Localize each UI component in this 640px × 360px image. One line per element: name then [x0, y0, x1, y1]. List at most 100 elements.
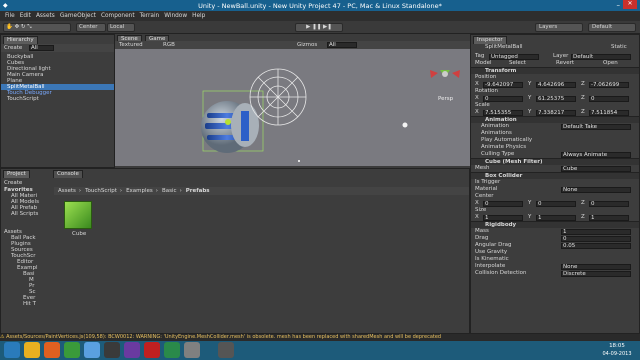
- tab-project[interactable]: Project: [3, 170, 30, 178]
- rgb-dropdown[interactable]: RGB: [163, 42, 175, 48]
- menu-item-edit[interactable]: Edit: [20, 13, 31, 19]
- unity-taskbar-icon[interactable]: [218, 342, 234, 358]
- ie-icon[interactable]: [84, 342, 100, 358]
- project-create-dropdown[interactable]: Create: [4, 180, 22, 186]
- mesh-filter-header[interactable]: Cube (Mesh Filter): [471, 158, 639, 165]
- breadcrumb-separator: ›: [78, 188, 82, 194]
- anim-value[interactable]: Default Take: [561, 123, 631, 130]
- rigidbody-label: Collision Detection: [475, 270, 527, 276]
- shading-dropdown[interactable]: Textured: [119, 42, 143, 48]
- hand-icon[interactable]: ✋ ✥ ↻ ⤡: [6, 24, 32, 31]
- inspector-row: Animation Default Take: [471, 123, 639, 130]
- collider-label: Is Trigger: [475, 179, 501, 185]
- minimize-icon[interactable]: –: [617, 1, 621, 9]
- menu-item-file[interactable]: File: [5, 13, 15, 19]
- layout-dropdown[interactable]: Default: [588, 23, 636, 32]
- scene-orientation-gizmo[interactable]: [430, 70, 460, 78]
- rigidbody-value[interactable]: None: [561, 263, 631, 270]
- inspector-row: Material None: [471, 186, 639, 193]
- hierarchy-item[interactable]: TouchScript: [1, 96, 114, 102]
- y-field[interactable]: 61.25375: [536, 95, 576, 102]
- inspector-row: X0Y0Z0: [471, 200, 639, 207]
- z-field[interactable]: 1: [589, 214, 629, 221]
- breadcrumb-item[interactable]: Basic: [162, 188, 177, 194]
- y-field[interactable]: 7.338217: [536, 109, 576, 116]
- breadcrumb-item[interactable]: TouchScript: [85, 188, 117, 194]
- console-status-bar[interactable]: ⚠ Assets/Sources/PaintVertices.js(109,58…: [0, 334, 640, 341]
- tag-label: Tag: [475, 53, 485, 59]
- utorrent-icon[interactable]: [164, 342, 180, 358]
- toolbar: ✋ ✥ ↻ ⤡ Center Local ▶ ❚❚ ▶❚ Layers Defa…: [0, 21, 640, 34]
- layers-dropdown[interactable]: Layers: [535, 23, 583, 32]
- x-field[interactable]: -9.642097: [483, 81, 523, 88]
- tab-hierarchy[interactable]: Hierarchy: [3, 36, 38, 44]
- app3-icon[interactable]: [144, 342, 160, 358]
- rigidbody-value[interactable]: 0.05: [561, 242, 631, 249]
- collider-label: Material: [475, 186, 498, 192]
- y-field[interactable]: 4.642696: [536, 81, 576, 88]
- x-field[interactable]: 7.515355: [483, 109, 523, 116]
- menu-item-assets[interactable]: Assets: [36, 13, 55, 19]
- anim-value[interactable]: Always Animate: [561, 151, 631, 158]
- mesh-field[interactable]: Cube: [561, 165, 631, 172]
- gizmos-dropdown[interactable]: Gizmos: [297, 42, 317, 48]
- app-icon[interactable]: [104, 342, 120, 358]
- cube-asset-thumbnail[interactable]: [64, 201, 92, 229]
- scene-search[interactable]: All: [327, 42, 357, 48]
- tab-console[interactable]: Console: [53, 170, 83, 178]
- light-gizmo-icon: [402, 122, 408, 128]
- rigidbody-value[interactable]: Discrete: [561, 270, 631, 277]
- x-field[interactable]: 1: [483, 214, 523, 221]
- buckyball[interactable]: [249, 68, 307, 126]
- layer-dropdown[interactable]: Default: [571, 53, 631, 60]
- menu-item-terrain[interactable]: Terrain: [140, 13, 160, 19]
- pivot-center-button[interactable]: Center: [76, 23, 106, 32]
- inspector-row: Model Select Revert Open: [471, 60, 639, 67]
- inspector-row: Animate Physics: [471, 144, 639, 151]
- scene-viewport[interactable]: Persp: [115, 49, 470, 166]
- animation-header[interactable]: Animation: [471, 116, 639, 123]
- menu-item-window[interactable]: Window: [164, 13, 187, 19]
- z-field[interactable]: 0: [589, 200, 629, 207]
- firefox-icon[interactable]: [44, 342, 60, 358]
- y-field[interactable]: 1: [536, 214, 576, 221]
- x-field[interactable]: 0: [483, 95, 523, 102]
- transform-header[interactable]: Transform: [471, 67, 639, 74]
- hierarchy-search[interactable]: All: [29, 45, 54, 51]
- split-metal-ball[interactable]: [201, 90, 264, 153]
- breadcrumb-item[interactable]: Examples: [126, 188, 153, 194]
- rigidbody-value[interactable]: 0: [561, 235, 631, 242]
- breadcrumb-item[interactable]: Assets: [58, 188, 76, 194]
- start-button-icon[interactable]: [4, 342, 20, 358]
- vector-label: Size: [475, 207, 487, 213]
- tab-inspector[interactable]: Inspector: [473, 36, 507, 44]
- close-icon[interactable]: ✕: [623, 0, 637, 9]
- explorer-icon[interactable]: [24, 342, 40, 358]
- box-collider-header[interactable]: Box Collider: [471, 172, 639, 179]
- app4-icon[interactable]: [184, 342, 200, 358]
- menu-item-gameobject[interactable]: GameObject: [60, 13, 96, 19]
- x-label: X: [475, 214, 479, 220]
- rigidbody-value[interactable]: 1: [561, 228, 631, 235]
- asset-folder[interactable]: Hit T: [1, 301, 53, 307]
- z-field[interactable]: -7.062699: [589, 81, 629, 88]
- z-field[interactable]: 0: [589, 95, 629, 102]
- menu-item-component[interactable]: Component: [101, 13, 135, 19]
- app2-icon[interactable]: [124, 342, 140, 358]
- tag-dropdown[interactable]: Untagged: [489, 53, 539, 60]
- x-field[interactable]: 0: [483, 200, 523, 207]
- inspector-row: Position: [471, 74, 639, 81]
- create-dropdown[interactable]: Create: [4, 45, 22, 51]
- play-controls[interactable]: ▶ ❚❚ ▶❚: [295, 23, 343, 32]
- chrome-icon[interactable]: [64, 342, 80, 358]
- rigidbody-header[interactable]: Rigidbody: [471, 221, 639, 228]
- pivot-local-button[interactable]: Local: [107, 23, 135, 32]
- anim-label: Culling Type: [481, 151, 515, 157]
- hierarchy-panel: Hierarchy Create All Buckyball Cubes Direc…: [0, 34, 115, 168]
- y-field[interactable]: 0: [536, 200, 576, 207]
- breadcrumb-item[interactable]: Prefabs: [186, 188, 210, 194]
- favorite-item[interactable]: All Scripts: [1, 211, 53, 217]
- menu-item-help[interactable]: Help: [192, 13, 205, 19]
- collider-value[interactable]: None: [561, 186, 631, 193]
- z-field[interactable]: 7.511854: [589, 109, 629, 116]
